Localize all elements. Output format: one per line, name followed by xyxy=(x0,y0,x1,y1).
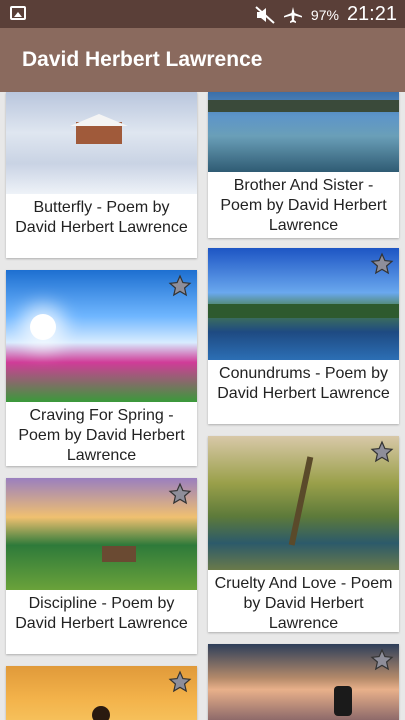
poem-thumbnail xyxy=(208,92,399,172)
star-icon[interactable] xyxy=(370,252,394,276)
poem-title: Conundrums - Poem by David Herbert Lawre… xyxy=(217,365,390,402)
poem-card[interactable]: Discipline - Poem by David Herbert Lawre… xyxy=(6,478,197,654)
poem-thumbnail xyxy=(6,92,197,194)
star-icon[interactable] xyxy=(168,482,192,506)
page-title: David Herbert Lawrence xyxy=(22,48,263,71)
poem-card[interactable]: Cruelty And Love - Poem by David Herbert… xyxy=(208,436,399,632)
mute-icon xyxy=(255,5,275,24)
star-icon[interactable] xyxy=(168,274,192,298)
clock: 21:21 xyxy=(346,3,397,25)
poem-title: Brother And Sister - Poem by David Herbe… xyxy=(220,177,387,234)
poem-title: Butterfly - Poem by David Herbert Lawren… xyxy=(15,199,188,236)
airplane-mode-icon xyxy=(283,6,302,23)
star-icon[interactable] xyxy=(168,670,192,694)
image-icon xyxy=(10,6,26,20)
star-icon[interactable] xyxy=(370,440,394,464)
poem-title: Cruelty And Love - Poem by David Herbert… xyxy=(214,575,393,632)
poem-title: Discipline - Poem by David Herbert Lawre… xyxy=(15,595,188,632)
status-icons: 97% 21:21 xyxy=(255,3,397,26)
poem-card[interactable]: Conundrums - Poem by David Herbert Lawre… xyxy=(208,248,399,424)
poem-card[interactable]: Craving For Spring - Poem by David Herbe… xyxy=(6,270,197,466)
poem-title: Craving For Spring - Poem by David Herbe… xyxy=(18,407,185,464)
star-icon[interactable] xyxy=(370,648,394,672)
poem-card[interactable]: Butterfly - Poem by David Herbert Lawren… xyxy=(6,92,197,258)
battery-level: 97% xyxy=(310,6,339,23)
poem-card[interactable] xyxy=(6,666,197,720)
poem-card[interactable] xyxy=(208,644,399,720)
status-bar: 97% 21:21 xyxy=(0,0,405,28)
app-bar: David Herbert Lawrence xyxy=(0,28,405,92)
poem-card[interactable]: Brother And Sister - Poem by David Herbe… xyxy=(208,92,399,238)
